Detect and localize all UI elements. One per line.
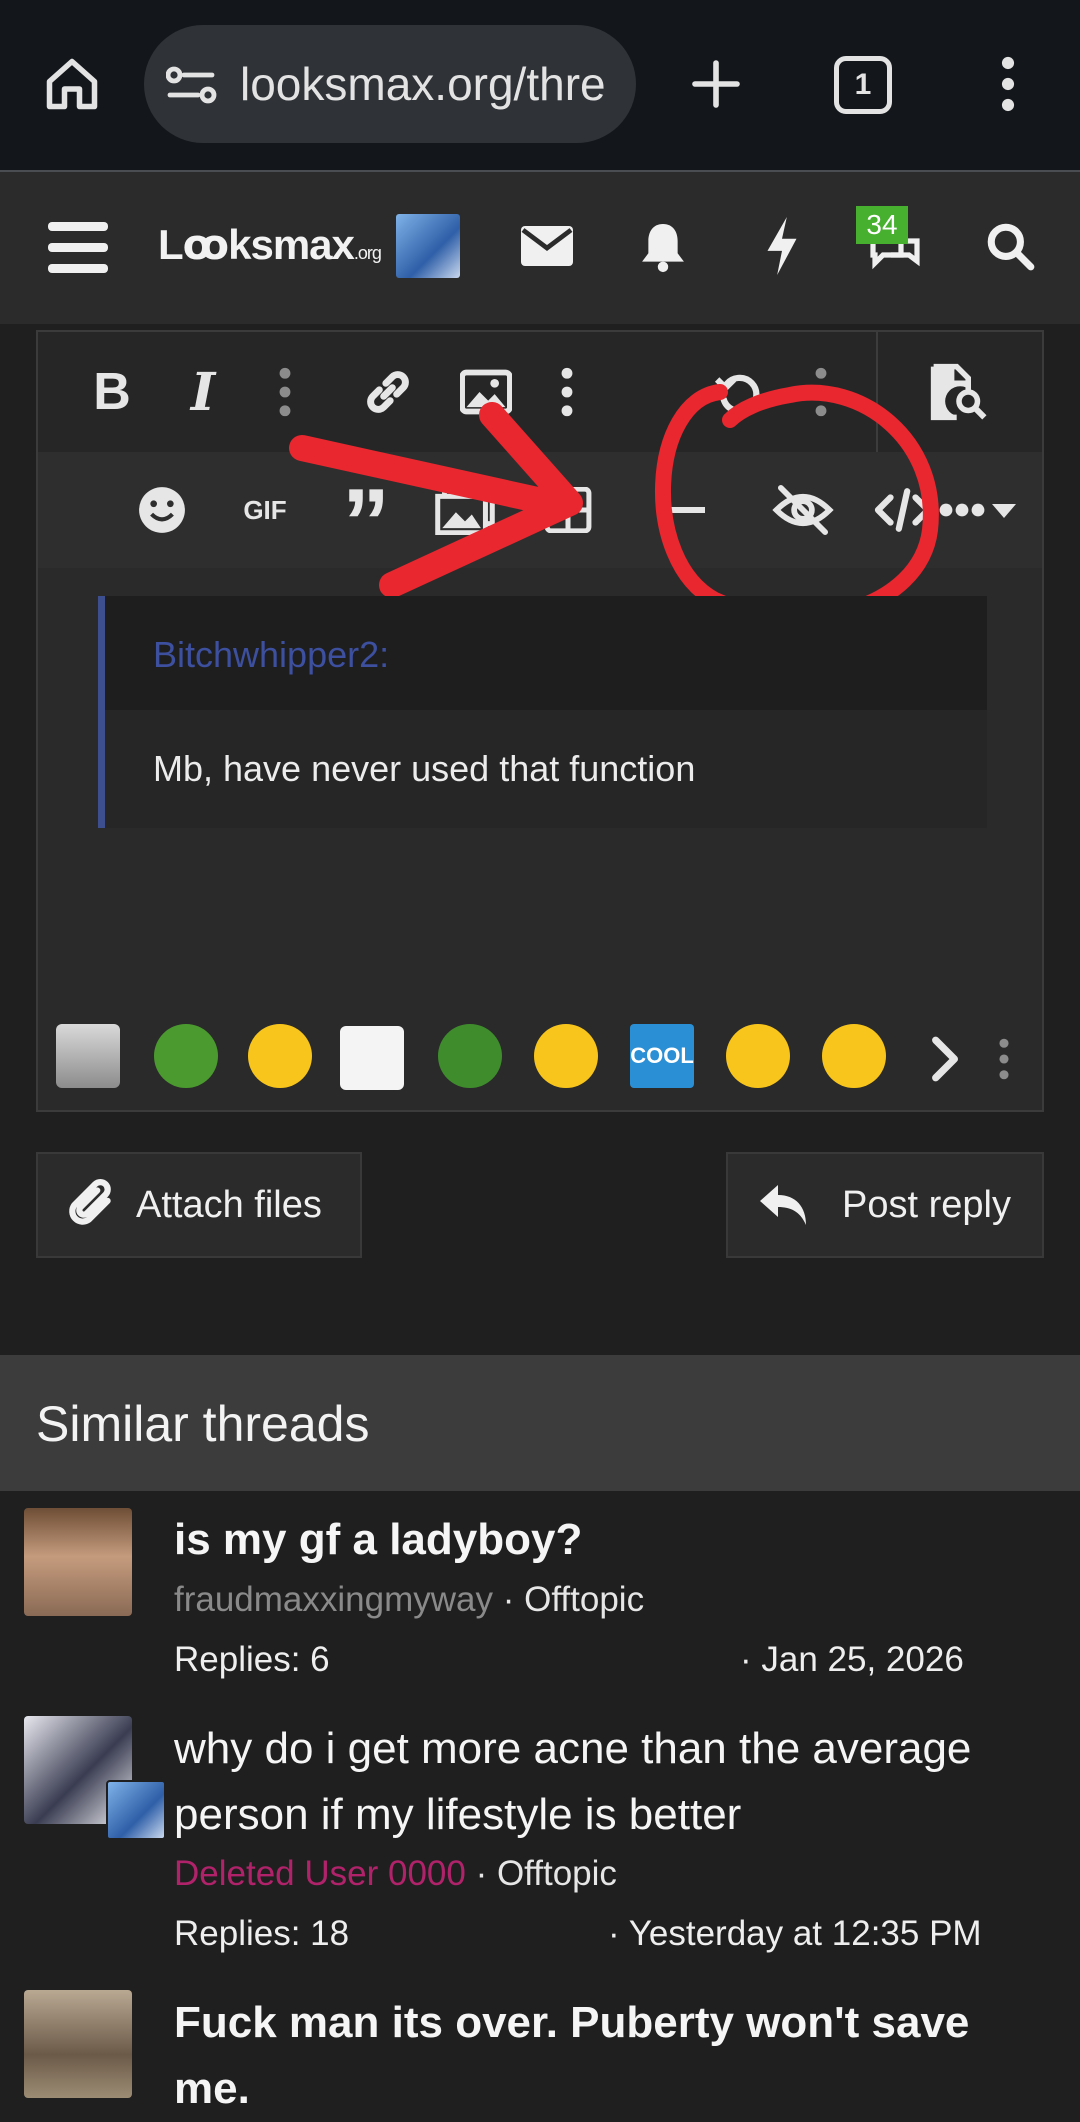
thread-title[interactable]: why do i get more acne than the average … (174, 1716, 1034, 1848)
thread-title[interactable]: Fuck man its over. Puberty won't save me… (174, 1990, 1034, 2122)
attach-files-button[interactable]: Attach files (36, 1152, 362, 1258)
pepe-sad-emoji[interactable] (438, 1024, 502, 1088)
thread-avatar[interactable] (24, 1990, 132, 2098)
thread-author[interactable]: fraudmaxxingmyway (174, 1580, 493, 1619)
quote-text: Mb, have never used that function (153, 748, 696, 789)
pepe-tongue-emoji[interactable] (154, 1024, 218, 1088)
thread-forum[interactable]: Offtopic (524, 1580, 644, 1619)
trashcan-emoji[interactable] (56, 1024, 120, 1088)
post-reply-label: Post reply (842, 1183, 1011, 1226)
post-reply-button[interactable]: Post reply (726, 1152, 1044, 1258)
paperclip-icon (66, 1178, 116, 1232)
thread-date: · Jan 25, 2026 (740, 1640, 964, 1679)
rofl-emoji[interactable] (822, 1024, 886, 1088)
thread-meta: fraudmaxxingmyway · Offtopic (174, 1580, 645, 1619)
thread-forum[interactable]: Offtopic (497, 1854, 617, 1893)
troll-face-emoji[interactable] (340, 1026, 404, 1090)
eye-roll-emoji[interactable] (534, 1024, 598, 1088)
chevron-right-icon[interactable] (922, 1034, 966, 1084)
reply-arrow-icon (758, 1182, 810, 1228)
thread-avatar[interactable] (24, 1508, 132, 1616)
thread-replies: Replies: 6 (174, 1640, 330, 1679)
attach-files-label: Attach files (136, 1183, 322, 1226)
thread-meta: Deleted User 0000 · Offtopic (174, 1854, 617, 1893)
quote-block: Bitchwhipper2: Mb, have never used that … (98, 596, 987, 828)
thread-date: · Yesterday at 12:35 PM (608, 1914, 982, 1953)
thread-author[interactable]: Deleted User 0000 (174, 1854, 466, 1893)
more-vertical-icon[interactable] (992, 1034, 1016, 1084)
thread-replies: Replies: 18 (174, 1914, 350, 1953)
emoji-strip: COOL (38, 1016, 1042, 1110)
quote-author[interactable]: Bitchwhipper2: (153, 634, 389, 676)
similar-threads-header: Similar threads (0, 1355, 1080, 1491)
quote-header: Bitchwhipper2: (105, 596, 987, 710)
similar-threads-title: Similar threads (36, 1396, 370, 1452)
thinking-emoji[interactable] (248, 1024, 312, 1088)
crying-laugh-emoji[interactable] (726, 1024, 790, 1088)
cool-emoji[interactable]: COOL (630, 1024, 694, 1088)
thread-title[interactable]: is my gf a ladyboy? (174, 1507, 1034, 1573)
thread-avatar-secondary[interactable] (106, 1780, 166, 1840)
